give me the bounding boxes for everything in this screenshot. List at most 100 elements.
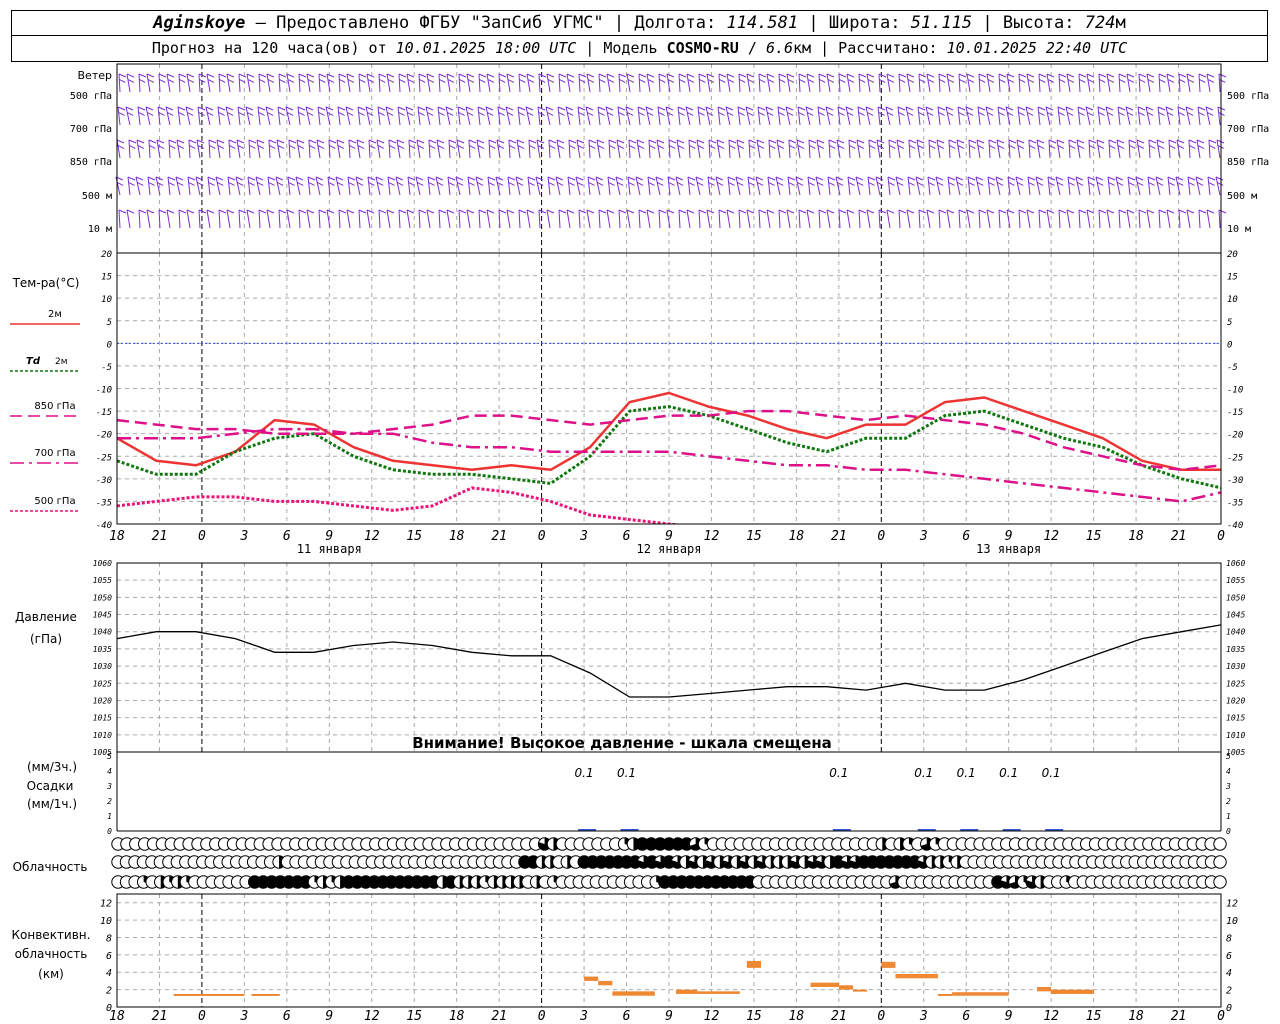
wind-barb — [358, 209, 361, 229]
wind-barb-flag — [1038, 209, 1047, 214]
wind-barb-flag — [959, 78, 966, 83]
wind-barb — [905, 106, 911, 126]
wind-barb — [955, 176, 961, 196]
wind-barb-flag — [449, 144, 456, 149]
wind-barb-flag — [1009, 144, 1016, 149]
wind-barb — [758, 73, 761, 93]
wind-barb — [1168, 139, 1171, 159]
wind-barb-flag — [876, 139, 885, 144]
wind-barb-flag — [697, 106, 706, 111]
wind-barb-flag — [1126, 209, 1135, 214]
wind-barb — [746, 209, 751, 229]
wind-barb — [188, 139, 191, 159]
wind-barb — [1105, 106, 1111, 126]
wind-barb-flag — [1168, 139, 1177, 144]
wind-barb — [477, 106, 481, 126]
wind-barb-flag — [769, 144, 776, 149]
wind-barb — [1175, 176, 1181, 196]
wind-barb-flag — [1068, 139, 1077, 144]
wind-barb-flag — [957, 106, 966, 111]
x-tick-label: 6 — [623, 529, 631, 544]
wind-barb-flag — [986, 209, 995, 214]
wind-barb — [977, 106, 981, 126]
x-tick-label: 0 — [198, 529, 206, 544]
pressure-warning: Внимание! Высокое давление - шкала смеще… — [412, 734, 832, 752]
wind-barb — [118, 73, 121, 93]
wind-barb — [797, 106, 801, 126]
wind-barb-flag — [719, 78, 726, 83]
x-tick-label-bottom: 0 — [538, 1009, 546, 1024]
wind-barb — [1178, 73, 1181, 93]
wind-barb — [1126, 73, 1131, 93]
wind-barb-flag — [748, 139, 757, 144]
wind-barb — [295, 176, 301, 196]
precip-value-label: 0.1 — [999, 766, 1018, 780]
wind-barb — [357, 106, 361, 126]
wind-barb-flag — [586, 209, 595, 214]
wind-barb-flag — [847, 176, 856, 181]
wind-barb — [868, 139, 871, 159]
wind-barb-flag — [968, 139, 977, 144]
wind-barb-flag — [658, 111, 665, 116]
x-tick-label-bottom: 0 — [1217, 1009, 1225, 1024]
temp-axis-label: Тем-ра(°C) — [12, 276, 80, 290]
wind-barb-flag — [139, 78, 146, 83]
wind-barb — [758, 209, 761, 229]
x-tick-label-bottom: 0 — [877, 1009, 885, 1024]
wind-barb — [1208, 139, 1211, 159]
wind-barb — [686, 73, 691, 93]
wind-barb-flag — [1169, 144, 1176, 149]
wind-barb — [1066, 209, 1071, 229]
wind-barb-flag — [138, 111, 145, 116]
wind-barb — [737, 106, 741, 126]
wind-barb-flag — [598, 73, 607, 78]
wind-barb-flag — [1196, 139, 1205, 144]
wind-barb — [318, 73, 321, 93]
wind-barb — [1018, 73, 1021, 93]
wind-barb-flag — [647, 176, 656, 181]
wind-barb — [238, 209, 241, 229]
wind-barb-flag — [818, 73, 827, 78]
pres-axis-label: Давление — [15, 610, 77, 624]
wind-barb-flag — [1158, 73, 1167, 78]
wind-barb-flag — [518, 73, 527, 78]
wind-barb-flag — [596, 139, 605, 144]
pres-ytick-left: 1045 — [93, 611, 112, 620]
wind-barb — [767, 176, 771, 196]
wind-barb-flag — [1219, 78, 1226, 83]
temp-ytick-right: 0 — [1227, 340, 1232, 350]
wind-barb-flag — [1148, 139, 1157, 144]
wind-barb — [848, 139, 851, 159]
x-tick-label-bottom: 6 — [962, 1009, 970, 1024]
wind-barb-flag — [578, 73, 587, 78]
wind-barb-flag — [299, 78, 306, 83]
wind-barb — [1148, 139, 1151, 159]
wind-barb-flag — [487, 176, 496, 181]
wind-barb-flag — [1186, 209, 1195, 214]
convective-bar — [173, 993, 245, 996]
cloud-label: Облачность — [13, 860, 88, 874]
wind-barb — [865, 106, 871, 126]
wind-barb-flag — [967, 176, 976, 181]
wind-barb-flag — [727, 176, 736, 181]
wind-barb-flag — [778, 111, 785, 116]
wind-barb-flag — [838, 111, 845, 116]
wind-barb — [1198, 73, 1201, 93]
wind-barb — [806, 209, 811, 229]
wind-barb-flag — [849, 144, 856, 149]
wind-barb — [985, 106, 991, 126]
wind-barb-flag — [286, 209, 295, 214]
wind-barb-flag — [597, 106, 606, 111]
wind-barb-flag — [816, 139, 825, 144]
wind-barb — [1057, 106, 1061, 126]
wind-barb-flag — [146, 73, 155, 78]
convective-bar — [838, 985, 853, 990]
wind-barb-flag — [448, 181, 455, 186]
wind-barb — [557, 106, 561, 126]
wind-barb — [936, 139, 941, 159]
wind-barb-flag — [637, 106, 646, 111]
wind-level-label-left: 500 гПа — [70, 91, 112, 102]
wind-barb-flag — [358, 73, 367, 78]
wind-barb-flag — [897, 106, 906, 111]
wind-barb — [847, 176, 851, 196]
